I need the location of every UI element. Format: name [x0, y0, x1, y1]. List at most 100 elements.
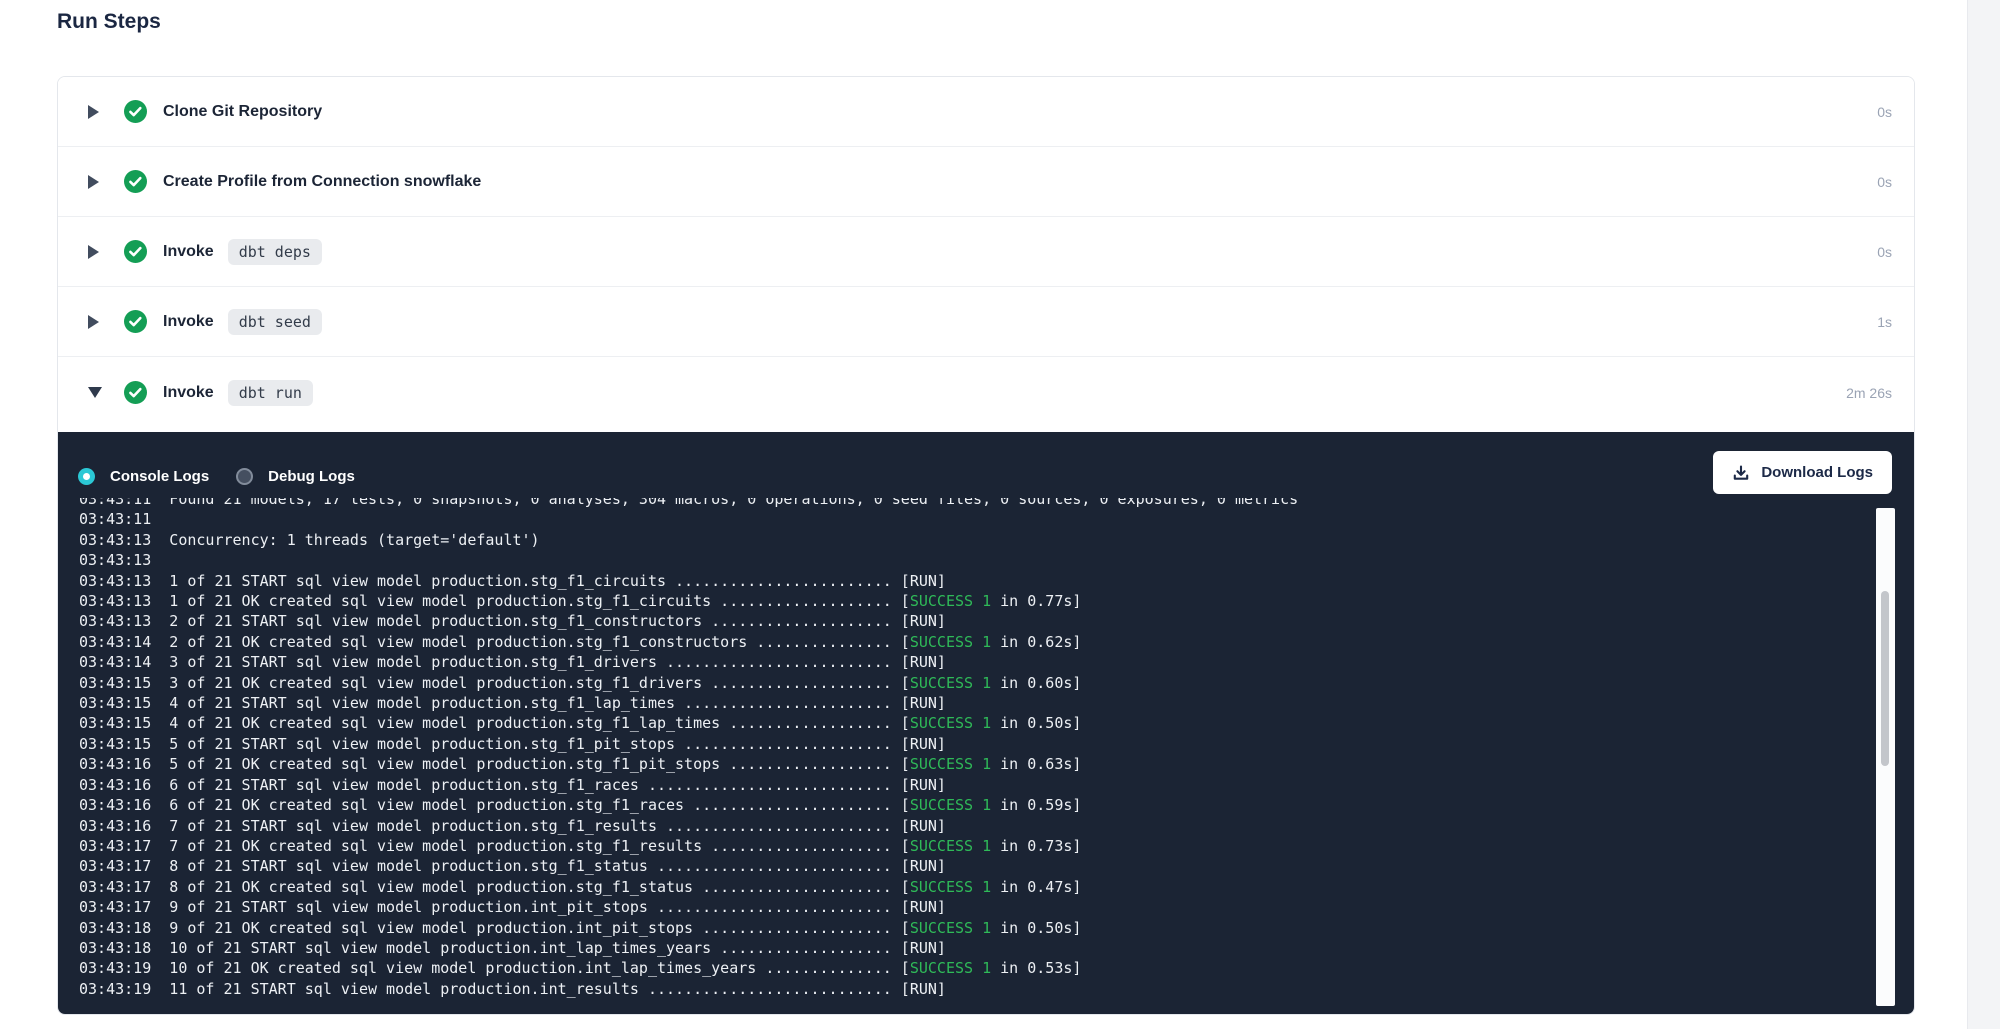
step-duration: 2m 26s: [1846, 385, 1892, 401]
log-timestamp-and-message: 03:43:16 6 of 21 OK created sql view mod…: [79, 796, 910, 814]
run-steps-card: Clone Git Repository 0s Create Profile f…: [57, 76, 1915, 1015]
log-success-status: SUCCESS 1: [910, 674, 991, 692]
log-message-tail: in 0.47s]: [991, 878, 1081, 896]
log-line: 03:43:15 3 of 21 OK created sql view mod…: [79, 673, 1799, 693]
page-right-gutter: [1967, 0, 2000, 1029]
log-line: 03:43:16 6 of 21 OK created sql view mod…: [79, 795, 1799, 815]
log-timestamp-and-message: 03:43:13 2 of 21 START sql view model pr…: [79, 612, 946, 630]
log-message-tail: in 0.62s]: [991, 633, 1081, 651]
log-line: 03:43:11 Found 21 models, 17 tests, 0 sn…: [79, 498, 1799, 509]
check-circle-icon: [124, 170, 147, 193]
caret-down-icon[interactable]: [88, 387, 102, 398]
step-duration: 1s: [1877, 314, 1892, 330]
log-timestamp-and-message: 03:43:14 3 of 21 START sql view model pr…: [79, 653, 946, 671]
download-logs-button[interactable]: Download Logs: [1713, 451, 1892, 494]
log-timestamp-and-message: 03:43:13: [79, 551, 169, 569]
step-command-chip: dbt run: [228, 380, 313, 406]
radio-unselected-icon[interactable]: [236, 468, 253, 485]
console-logs-radio[interactable]: Console Logs: [78, 468, 209, 485]
download-logs-label: Download Logs: [1761, 464, 1873, 481]
log-timestamp-and-message: 03:43:16 6 of 21 START sql view model pr…: [79, 776, 946, 794]
log-timestamp-and-message: 03:43:19 10 of 21 OK created sql view mo…: [79, 959, 910, 977]
step-label: Invoke: [163, 313, 214, 331]
log-success-status: SUCCESS 1: [910, 755, 991, 773]
log-line: 03:43:18 10 of 21 START sql view model p…: [79, 938, 1799, 958]
log-message-tail: in 0.53s]: [991, 959, 1081, 977]
log-line: 03:43:17 8 of 21 START sql view model pr…: [79, 856, 1799, 876]
log-line: 03:43:15 4 of 21 OK created sql view mod…: [79, 713, 1799, 733]
check-circle-icon: [124, 381, 147, 404]
log-timestamp-and-message: 03:43:15 4 of 21 OK created sql view mod…: [79, 714, 910, 732]
log-timestamp-and-message: 03:43:16 5 of 21 OK created sql view mod…: [79, 755, 910, 773]
log-timestamp-and-message: 03:43:11: [79, 510, 169, 528]
log-timestamp-and-message: 03:43:15 4 of 21 START sql view model pr…: [79, 694, 946, 712]
log-scrollbar-track[interactable]: [1876, 508, 1895, 1006]
log-timestamp-and-message: 03:43:17 8 of 21 OK created sql view mod…: [79, 878, 910, 896]
console-logs-label: Console Logs: [110, 468, 209, 485]
log-success-status: SUCCESS 1: [910, 878, 991, 896]
log-line: 03:43:19 10 of 21 OK created sql view mo…: [79, 958, 1799, 978]
step-command-chip: dbt seed: [228, 309, 322, 335]
caret-right-icon[interactable]: [88, 175, 102, 189]
log-line: 03:43:14 2 of 21 OK created sql view mod…: [79, 632, 1799, 652]
check-circle-icon: [124, 310, 147, 333]
log-message-tail: in 0.50s]: [991, 919, 1081, 937]
log-timestamp-and-message: 03:43:15 5 of 21 START sql view model pr…: [79, 735, 946, 753]
log-line: 03:43:17 7 of 21 OK created sql view mod…: [79, 836, 1799, 856]
log-timestamp-and-message: 03:43:13 1 of 21 START sql view model pr…: [79, 572, 946, 590]
log-line: 03:43:15 4 of 21 START sql view model pr…: [79, 693, 1799, 713]
log-message-tail: in 0.50s]: [991, 714, 1081, 732]
log-timestamp-and-message: 03:43:19 11 of 21 START sql view model p…: [79, 980, 946, 998]
log-success-status: SUCCESS 1: [910, 592, 991, 610]
step-row-invoke-dbt-deps[interactable]: Invoke dbt deps 0s: [58, 217, 1914, 287]
log-timestamp-and-message: 03:43:17 8 of 21 START sql view model pr…: [79, 857, 946, 875]
step-label: Invoke: [163, 384, 214, 402]
console-log-output: 03:43:11 Found 21 models, 17 tests, 0 sn…: [79, 498, 1799, 1014]
log-line: 03:43:13 1 of 21 START sql view model pr…: [79, 571, 1799, 591]
log-timestamp-and-message: 03:43:15 3 of 21 OK created sql view mod…: [79, 674, 910, 692]
log-success-status: SUCCESS 1: [910, 633, 991, 651]
caret-right-icon[interactable]: [88, 315, 102, 329]
step-label: Clone Git Repository: [163, 103, 322, 121]
step-duration: 0s: [1877, 244, 1892, 260]
step-row-clone-git-repository[interactable]: Clone Git Repository 0s: [58, 77, 1914, 147]
console-log-panel: Console Logs Debug Logs Download Logs 03…: [58, 432, 1914, 1015]
log-lines: 03:43:11 Found 21 models, 17 tests, 0 sn…: [79, 498, 1799, 999]
step-duration: 0s: [1877, 104, 1892, 120]
log-line: 03:43:16 7 of 21 START sql view model pr…: [79, 816, 1799, 836]
step-row-invoke-dbt-seed[interactable]: Invoke dbt seed 1s: [58, 287, 1914, 357]
log-line: 03:43:13: [79, 550, 1799, 570]
log-line: 03:43:13 Concurrency: 1 threads (target=…: [79, 530, 1799, 550]
log-timestamp-and-message: 03:43:17 9 of 21 START sql view model pr…: [79, 898, 946, 916]
log-timestamp-and-message: 03:43:18 10 of 21 START sql view model p…: [79, 939, 946, 957]
log-line: 03:43:11: [79, 509, 1799, 529]
log-line: 03:43:18 9 of 21 OK created sql view mod…: [79, 918, 1799, 938]
step-label: Create Profile from Connection snowflake: [163, 173, 481, 191]
step-command-chip: dbt deps: [228, 239, 322, 265]
log-line: 03:43:16 5 of 21 OK created sql view mod…: [79, 754, 1799, 774]
log-success-status: SUCCESS 1: [910, 919, 991, 937]
radio-selected-icon[interactable]: [78, 468, 95, 485]
log-line: 03:43:14 3 of 21 START sql view model pr…: [79, 652, 1799, 672]
debug-logs-label: Debug Logs: [268, 468, 355, 485]
log-line: 03:43:13 2 of 21 START sql view model pr…: [79, 611, 1799, 631]
log-timestamp-and-message: 03:43:18 9 of 21 OK created sql view mod…: [79, 919, 910, 937]
page-title: Run Steps: [57, 10, 161, 34]
step-row-create-profile[interactable]: Create Profile from Connection snowflake…: [58, 147, 1914, 217]
log-timestamp-and-message: 03:43:16 7 of 21 START sql view model pr…: [79, 817, 946, 835]
log-scrollbar-thumb[interactable]: [1881, 591, 1889, 766]
download-icon: [1732, 464, 1750, 482]
log-type-radio-group: Console Logs Debug Logs: [78, 468, 355, 485]
log-timestamp-and-message: 03:43:13 1 of 21 OK created sql view mod…: [79, 592, 910, 610]
step-row-invoke-dbt-run[interactable]: Invoke dbt run 2m 26s: [58, 357, 1914, 428]
log-success-status: SUCCESS 1: [910, 714, 991, 732]
log-line: 03:43:16 6 of 21 START sql view model pr…: [79, 775, 1799, 795]
log-success-status: SUCCESS 1: [910, 959, 991, 977]
caret-right-icon[interactable]: [88, 105, 102, 119]
log-timestamp-and-message: 03:43:13 Concurrency: 1 threads (target=…: [79, 531, 540, 549]
caret-right-icon[interactable]: [88, 245, 102, 259]
log-message-tail: in 0.73s]: [991, 837, 1081, 855]
log-timestamp-and-message: 03:43:11 Found 21 models, 17 tests, 0 sn…: [79, 498, 1298, 508]
log-message-tail: in 0.63s]: [991, 755, 1081, 773]
debug-logs-radio[interactable]: Debug Logs: [236, 468, 355, 485]
